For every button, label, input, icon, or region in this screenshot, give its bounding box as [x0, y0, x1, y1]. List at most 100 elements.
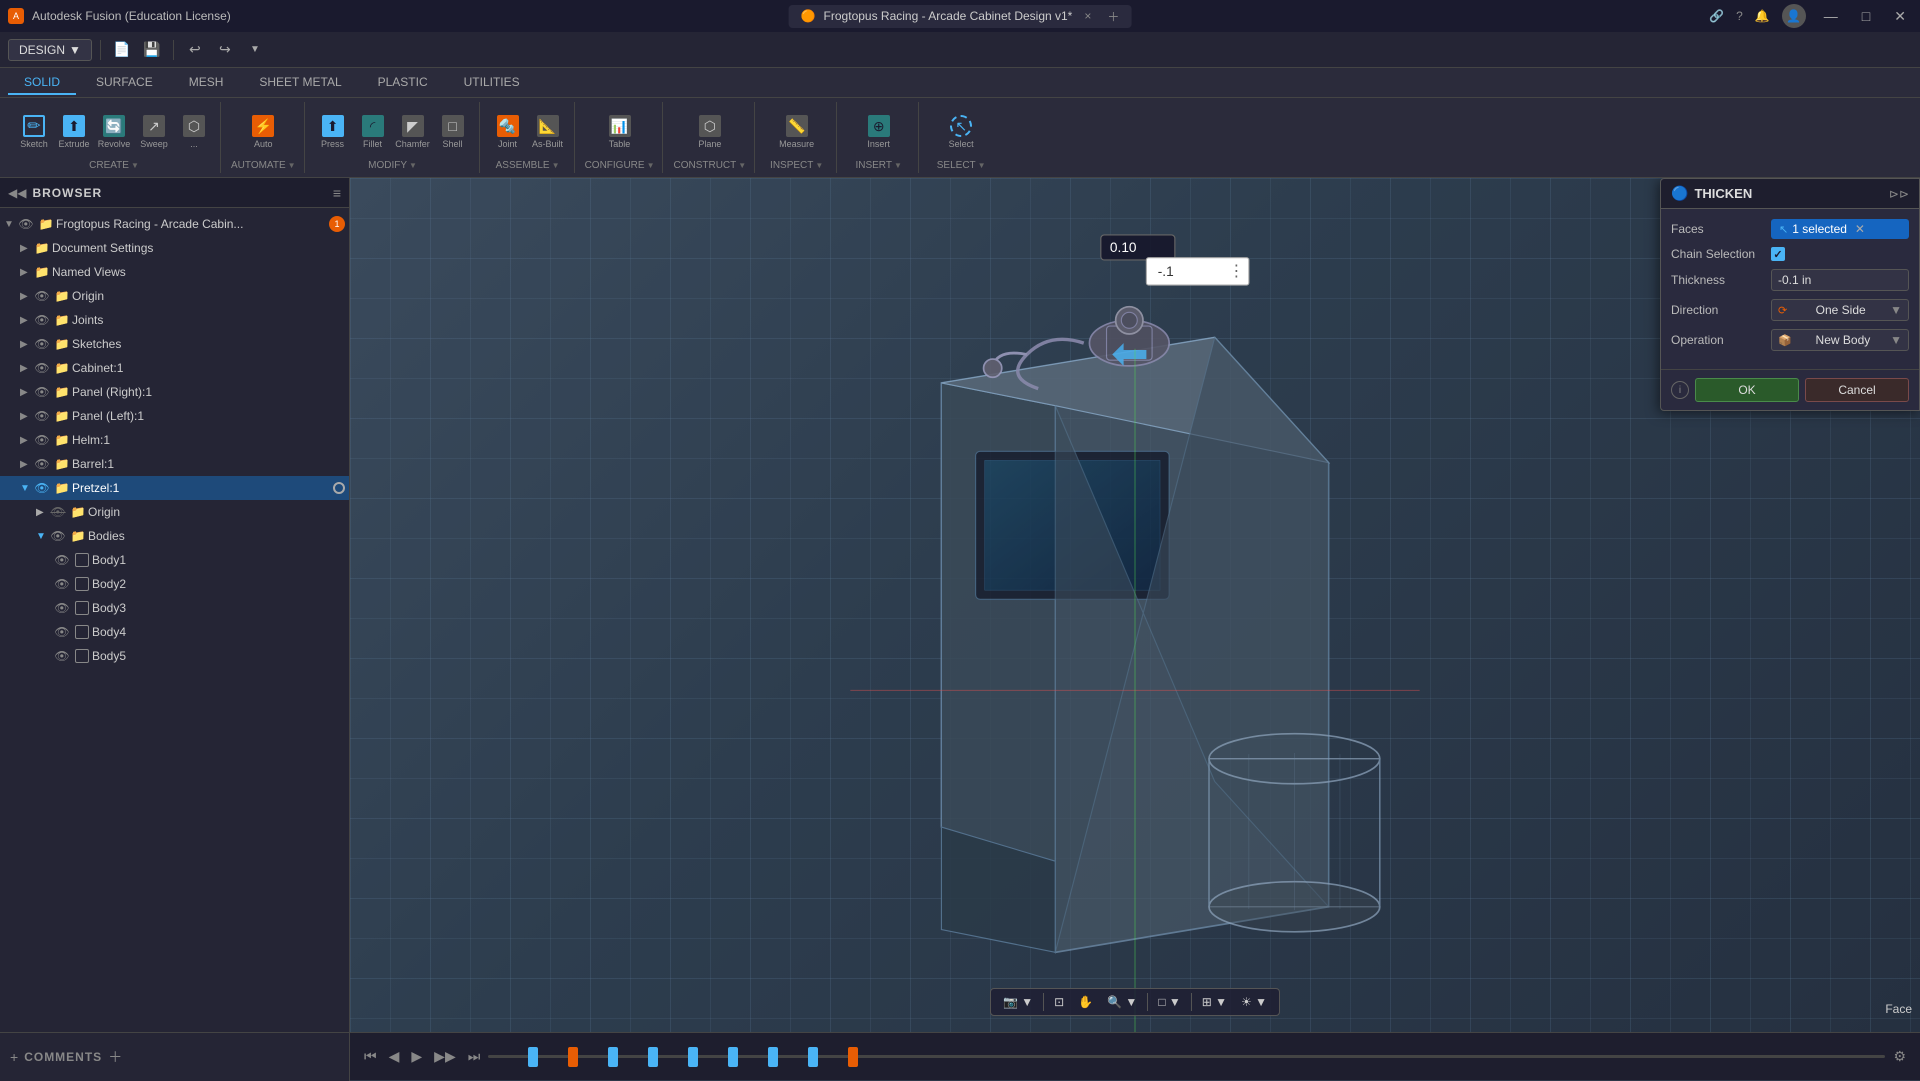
- timeline-play-fwd[interactable]: ▶▶: [430, 1044, 460, 1069]
- vp-zoom-btn[interactable]: 🔍 ▼: [1101, 992, 1143, 1012]
- chain-checkbox[interactable]: ✓: [1771, 247, 1785, 261]
- checkbox-body5[interactable]: [75, 649, 89, 663]
- clear-faces-btn[interactable]: ✕: [1855, 222, 1865, 236]
- thicken-expand-btn[interactable]: ⊳⊳: [1889, 187, 1909, 201]
- assemble-as-built[interactable]: 📐 As-Built: [530, 110, 566, 154]
- tab-utilities[interactable]: UTILITIES: [448, 71, 536, 95]
- browser-options-btn[interactable]: ≡: [333, 185, 341, 201]
- tree-item-panel-left[interactable]: ▶ 👁 📁 Panel (Left):1: [0, 404, 349, 428]
- tree-item-body2[interactable]: 👁 Body2: [0, 572, 349, 596]
- checkbox-body3[interactable]: [75, 601, 89, 615]
- tab-sheet-metal[interactable]: SHEET METAL: [243, 71, 357, 95]
- faces-selected-badge[interactable]: ↖ 1 selected ✕: [1771, 219, 1909, 239]
- select-label[interactable]: SELECT ▼: [937, 160, 986, 171]
- minimize-btn[interactable]: —: [1818, 6, 1844, 26]
- eye-body3[interactable]: 👁: [54, 601, 70, 615]
- comments-add-btn[interactable]: ＋: [108, 1047, 122, 1067]
- tab-mesh[interactable]: MESH: [173, 71, 240, 95]
- modify-press-pull[interactable]: ⬆ Press: [315, 110, 351, 154]
- timeline-marker-1[interactable]: [528, 1047, 538, 1067]
- new-file-btn[interactable]: 📄: [109, 37, 135, 63]
- share-icon[interactable]: 🔗: [1709, 9, 1724, 23]
- eye-bodies[interactable]: 👁: [50, 529, 66, 543]
- create-extrude-btn[interactable]: ⬆ Extrude: [56, 110, 92, 154]
- inspect-label[interactable]: INSPECT ▼: [770, 160, 823, 171]
- info-btn[interactable]: i: [1671, 381, 1689, 399]
- direction-select[interactable]: ⟳ One Side ▼: [1771, 299, 1909, 321]
- checkbox-body2[interactable]: [75, 577, 89, 591]
- tree-item-panel-right[interactable]: ▶ 👁 📁 Panel (Right):1: [0, 380, 349, 404]
- help-icon[interactable]: ?: [1736, 9, 1743, 23]
- eye-panel-r[interactable]: 👁: [34, 385, 50, 399]
- construct-plane[interactable]: ⬡ Plane: [692, 110, 728, 154]
- tree-item-body1[interactable]: 👁 Body1: [0, 548, 349, 572]
- eye-barrel[interactable]: 👁: [34, 457, 50, 471]
- construct-label[interactable]: CONSTRUCT ▼: [673, 160, 746, 171]
- tab-plastic[interactable]: PLASTIC: [362, 71, 444, 95]
- operation-select[interactable]: 📦 New Body ▼: [1771, 329, 1909, 351]
- ok-btn[interactable]: OK: [1695, 378, 1799, 402]
- timeline-marker-3[interactable]: [608, 1047, 618, 1067]
- tree-item-pretzel[interactable]: ▼ 👁 📁 Pretzel:1: [0, 476, 349, 500]
- timeline-play[interactable]: ▶: [407, 1044, 426, 1069]
- eye-pretzel[interactable]: 👁: [34, 481, 50, 495]
- vp-display-btn[interactable]: □ ▼: [1152, 992, 1186, 1012]
- modify-fillet[interactable]: ◜ Fillet: [355, 110, 391, 154]
- tree-item-helm[interactable]: ▶ 👁 📁 Helm:1: [0, 428, 349, 452]
- redo-btn[interactable]: ↪: [212, 37, 238, 63]
- tab-solid[interactable]: SOLID: [8, 71, 76, 95]
- modify-label[interactable]: MODIFY ▼: [368, 160, 417, 171]
- tree-item-barrel[interactable]: ▶ 👁 📁 Barrel:1: [0, 452, 349, 476]
- viewport[interactable]: 0.10 -.1 ⋮: [350, 178, 1920, 1032]
- tree-item-origin[interactable]: ▶ 👁 📁 Origin: [0, 284, 349, 308]
- close-tab-btn[interactable]: ×: [1084, 9, 1091, 23]
- save-btn[interactable]: 💾: [139, 37, 165, 63]
- undo-btn[interactable]: ↩: [182, 37, 208, 63]
- create-label[interactable]: CREATE ▼: [89, 160, 139, 171]
- eye-origin2[interactable]: 👁: [50, 505, 66, 519]
- eye-body1[interactable]: 👁: [54, 553, 70, 567]
- maximize-btn[interactable]: □: [1856, 6, 1876, 26]
- design-mode-btn[interactable]: DESIGN ▼: [8, 39, 92, 61]
- timeline-track[interactable]: [488, 1055, 1885, 1058]
- document-tab[interactable]: 🟠 Frogtopus Racing - Arcade Cabinet Desi…: [789, 5, 1132, 28]
- timeline-current[interactable]: [848, 1047, 858, 1067]
- checkbox-body4[interactable]: [75, 625, 89, 639]
- insert-svg[interactable]: ⊕ Insert: [861, 110, 897, 154]
- create-revolve-btn[interactable]: 🔄 Revolve: [96, 110, 132, 154]
- inspect-measure[interactable]: 📏 Measure: [779, 110, 815, 154]
- modify-shell[interactable]: □ Shell: [435, 110, 471, 154]
- thickness-input[interactable]: [1771, 269, 1909, 291]
- timeline-settings-btn[interactable]: ⚙: [1889, 1044, 1910, 1069]
- eye-joints[interactable]: 👁: [34, 313, 50, 327]
- browser-collapse-btn[interactable]: ◀◀: [8, 186, 26, 200]
- tree-item-root[interactable]: ▼ 👁 📁 Frogtopus Racing - Arcade Cabin...…: [0, 212, 349, 236]
- vp-fit-btn[interactable]: ⊡: [1048, 992, 1070, 1012]
- comments-plus-btn[interactable]: +: [10, 1049, 18, 1065]
- assemble-joint[interactable]: 🔩 Joint: [490, 110, 526, 154]
- eye-origin[interactable]: 👁: [34, 289, 50, 303]
- eye-cabinet[interactable]: 👁: [34, 361, 50, 375]
- automate-icon-1[interactable]: ⚡ Auto: [245, 110, 281, 154]
- tree-item-body4[interactable]: 👁 Body4: [0, 620, 349, 644]
- eye-body4[interactable]: 👁: [54, 625, 70, 639]
- eye-helm[interactable]: 👁: [34, 433, 50, 447]
- timeline-marker-7[interactable]: [768, 1047, 778, 1067]
- timeline-marker-4[interactable]: [648, 1047, 658, 1067]
- assemble-label[interactable]: ASSEMBLE ▼: [496, 160, 560, 171]
- cancel-btn[interactable]: Cancel: [1805, 378, 1909, 402]
- vp-grid-btn[interactable]: ⊞ ▼: [1196, 992, 1233, 1012]
- insert-label[interactable]: INSERT ▼: [855, 160, 901, 171]
- timeline-play-first[interactable]: ⏮: [360, 1044, 381, 1069]
- tree-item-joints[interactable]: ▶ 👁 📁 Joints: [0, 308, 349, 332]
- tree-item-doc-settings[interactable]: ▶ 📁 Document Settings: [0, 236, 349, 260]
- timeline-marker-8[interactable]: [808, 1047, 818, 1067]
- eye-body5[interactable]: 👁: [54, 649, 70, 663]
- tree-item-sketches[interactable]: ▶ 👁 📁 Sketches: [0, 332, 349, 356]
- vp-env-btn[interactable]: ☀ ▼: [1235, 992, 1273, 1012]
- timeline-marker-2[interactable]: [568, 1047, 578, 1067]
- tree-item-origin2[interactable]: ▶ 👁 📁 Origin: [0, 500, 349, 524]
- eye-root[interactable]: 👁: [18, 217, 34, 231]
- create-sweep-btn[interactable]: ↗ Sweep: [136, 110, 172, 154]
- configure-label[interactable]: CONFIGURE ▼: [585, 160, 655, 171]
